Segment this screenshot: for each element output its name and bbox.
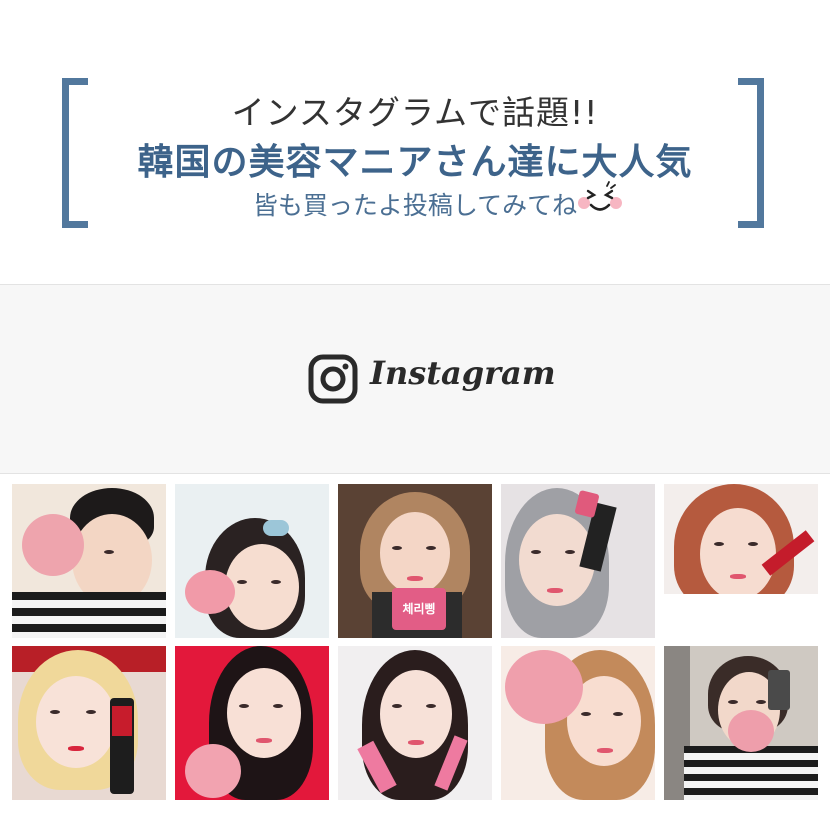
headline-instagram-topic: インスタグラムで話題!! [231, 93, 599, 132]
photo-4[interactable] [501, 484, 655, 638]
photo-7[interactable] [175, 646, 329, 800]
instagram-camera-icon[interactable] [308, 354, 358, 404]
instagram-wordmark[interactable]: Instagram [370, 354, 556, 392]
photo-3[interactable]: 체리삥 [338, 484, 492, 638]
photo-1[interactable] [12, 484, 166, 638]
photo-9[interactable] [501, 646, 655, 800]
photo-5[interactable] [664, 484, 818, 638]
headline-invite-post: 皆も買ったよ投稿してみてね [252, 191, 578, 220]
photo-6[interactable] [12, 646, 166, 800]
pink-product-box: 체리삥 [392, 588, 446, 630]
smiley-face-icon [578, 181, 622, 211]
photo-grid: 체리삥 [12, 484, 820, 806]
headline-popular: 韓国の美容マニアさん達に大人気 [137, 142, 693, 183]
photo-10[interactable] [664, 646, 818, 800]
photo-2[interactable] [175, 484, 329, 638]
photo-8[interactable] [338, 646, 492, 800]
